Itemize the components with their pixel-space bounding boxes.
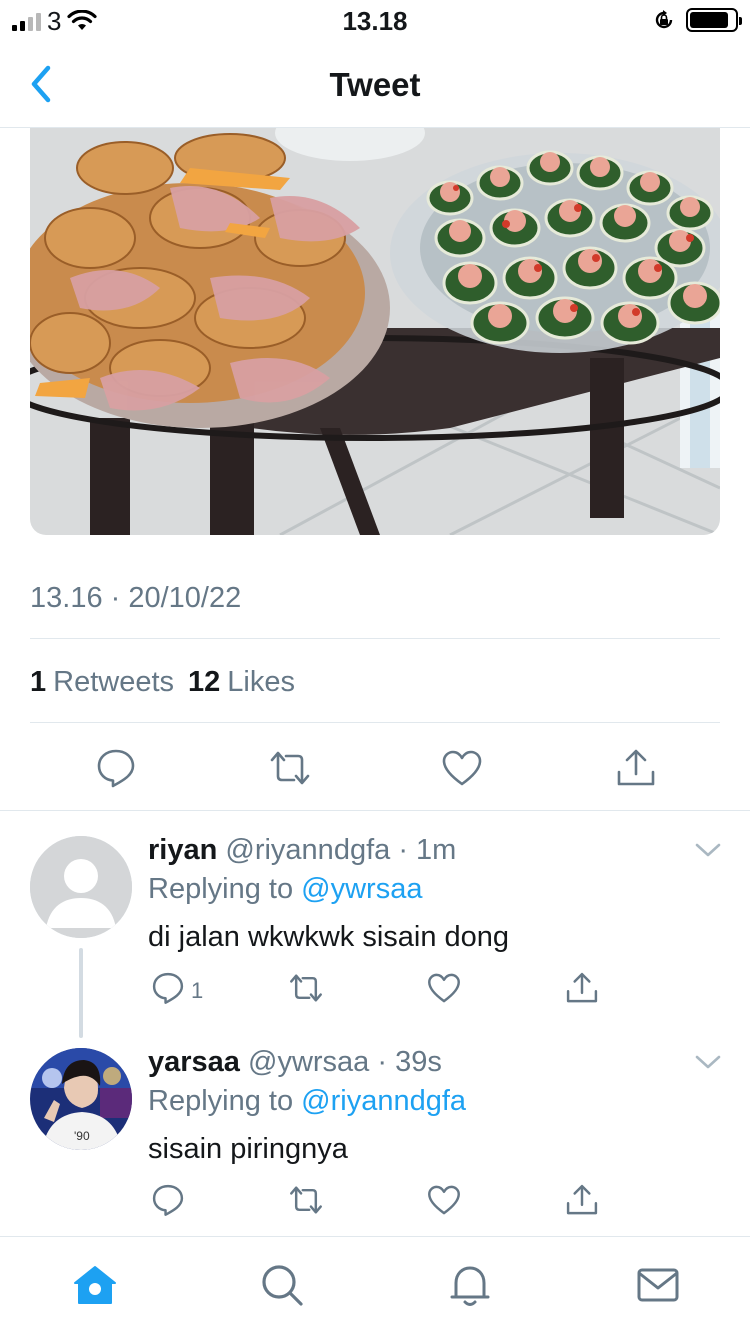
- share-icon[interactable]: [614, 746, 658, 790]
- likes-label: Likes: [227, 666, 295, 698]
- tab-bar: [0, 1236, 750, 1334]
- status-bar-time: 13.18: [342, 6, 408, 36]
- share-icon[interactable]: [564, 1182, 600, 1218]
- chevron-down-icon[interactable]: [694, 1052, 722, 1072]
- share-icon[interactable]: [564, 970, 600, 1006]
- divider: [0, 810, 750, 811]
- retweet-icon[interactable]: [268, 746, 312, 790]
- replying-to-prefix: Replying to: [148, 873, 302, 905]
- retweets-count: 1: [30, 666, 47, 698]
- heart-icon[interactable]: [426, 970, 462, 1006]
- reply-icon[interactable]: [150, 1182, 186, 1218]
- retweet-icon[interactable]: [288, 1182, 324, 1218]
- divider: [30, 638, 720, 639]
- home-icon[interactable]: [71, 1261, 119, 1309]
- reply-header: riyan @riyanndgfa · 1m: [148, 834, 456, 867]
- battery-icon: [686, 8, 742, 32]
- bell-icon[interactable]: [446, 1261, 494, 1309]
- orientation-lock-icon: [655, 10, 673, 29]
- food-photo: [30, 128, 720, 535]
- reply-time: · 1m: [398, 834, 457, 866]
- default-avatar-icon: [30, 836, 132, 938]
- reply-author-name[interactable]: yarsaa: [148, 1046, 240, 1078]
- reply-time: · 39s: [377, 1046, 442, 1078]
- heart-icon[interactable]: [426, 1182, 462, 1218]
- mail-icon[interactable]: [634, 1261, 682, 1309]
- reply-text: sisain piringnya: [148, 1133, 348, 1165]
- retweets-label: Retweets: [53, 666, 175, 698]
- divider: [30, 722, 720, 723]
- replying-to: Replying to @riyanndgfa: [148, 1085, 466, 1118]
- user-photo-avatar: '90: [30, 1048, 132, 1150]
- replying-to-mention[interactable]: @ywrsaa: [301, 873, 422, 905]
- replying-to-mention[interactable]: @riyanndgfa: [301, 1085, 466, 1117]
- tweet-stats: 1 Retweets 12 Likes: [30, 666, 295, 699]
- reply-author-handle[interactable]: @ywrsaa: [248, 1046, 369, 1078]
- svg-text:'90: '90: [74, 1129, 90, 1143]
- retweet-icon[interactable]: [288, 970, 324, 1006]
- reply-text: di jalan wkwkwk sisain dong: [148, 921, 510, 953]
- status-bar: 3 13.18: [0, 0, 750, 40]
- retweets-stat[interactable]: 1 Retweets: [30, 666, 174, 699]
- thread-line: [79, 948, 83, 1038]
- reply-icon[interactable]: [94, 746, 138, 790]
- tweet-timestamp: 13.16 · 20/10/22: [30, 582, 242, 614]
- tweet-photo[interactable]: [30, 128, 720, 535]
- nav-bar: Tweet: [0, 40, 750, 128]
- search-icon[interactable]: [258, 1261, 306, 1309]
- status-bar-right: [652, 8, 742, 32]
- page-title: Tweet: [329, 66, 421, 103]
- likes-stat[interactable]: 12 Likes: [188, 666, 295, 699]
- heart-icon[interactable]: [440, 746, 484, 790]
- replying-to: Replying to @ywrsaa: [148, 873, 422, 906]
- avatar[interactable]: [30, 836, 132, 938]
- chevron-down-icon[interactable]: [694, 840, 722, 860]
- reply-icon[interactable]: [150, 970, 186, 1006]
- tweet-actions: [0, 740, 750, 796]
- reply-header: yarsaa @ywrsaa · 39s: [148, 1046, 442, 1079]
- likes-count: 12: [188, 666, 221, 698]
- reply-author-name[interactable]: riyan: [148, 834, 217, 866]
- avatar[interactable]: '90: [30, 1048, 132, 1150]
- reply-author-handle[interactable]: @riyanndgfa: [225, 834, 390, 866]
- replying-to-prefix: Replying to: [148, 1085, 302, 1117]
- reply-count: 1: [191, 978, 204, 1003]
